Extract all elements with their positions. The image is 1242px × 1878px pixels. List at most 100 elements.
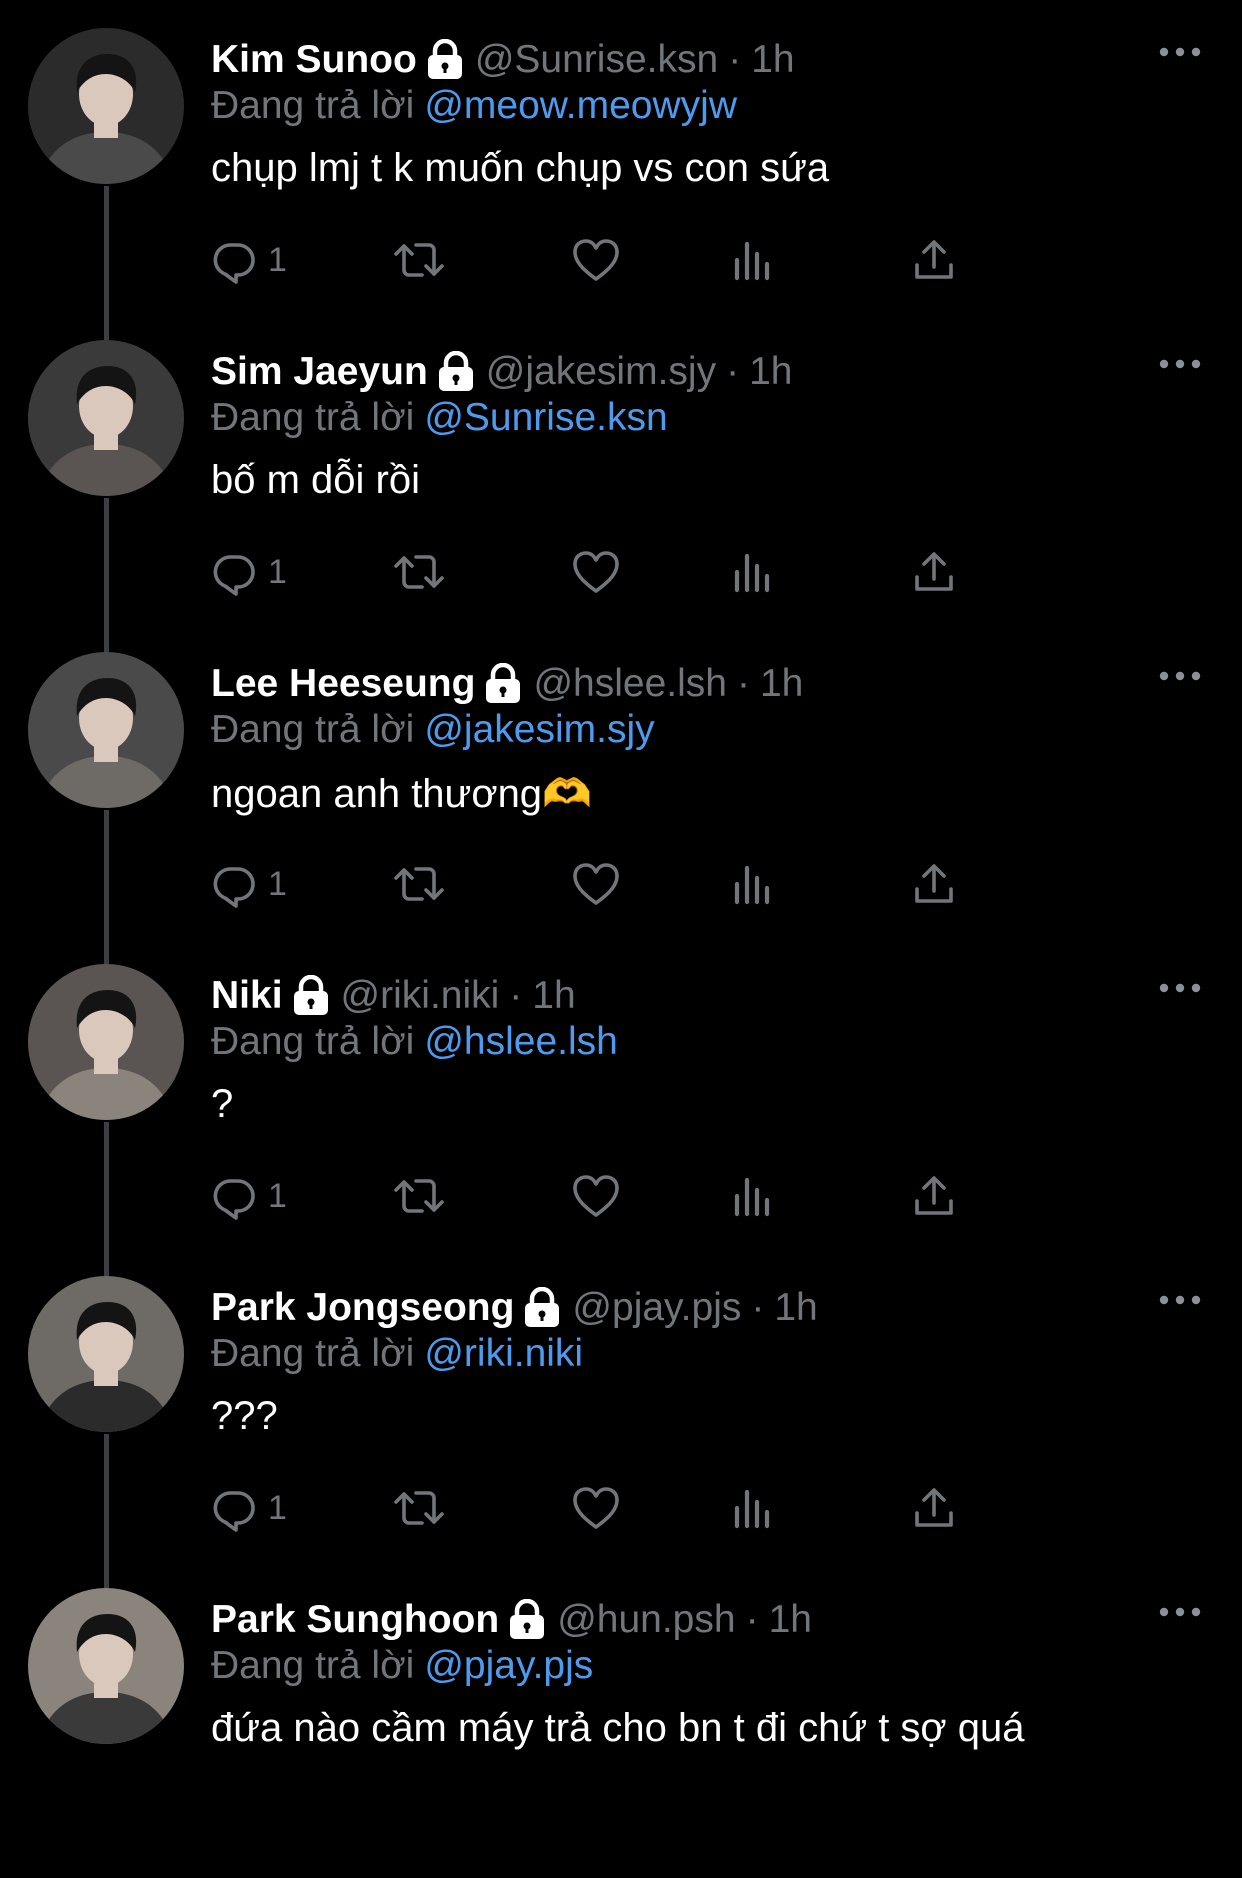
tweet-actions: 1 [0,856,1242,912]
replying-to-label: Đang trả lời [211,1020,415,1063]
display-name[interactable]: Sim Jaeyun [211,350,428,394]
reply-button[interactable]: 1 [210,856,287,912]
display-name[interactable]: Kim Sunoo [211,38,417,82]
display-name[interactable]: Park Jongseong [211,1286,514,1330]
avatar[interactable] [28,1276,184,1432]
user-handle[interactable]: @pjay.pjs [572,1286,741,1330]
tweet-header: Sim Jaeyun @jakesim.sjy · 1h [211,346,792,398]
timestamp[interactable]: 1h [769,1598,812,1642]
retweet-icon [392,548,446,596]
reply-mention-link[interactable]: @riki.niki [424,1332,583,1375]
tweet[interactable]: Niki @riki.niki · 1h Đang trả lời @hslee.lsh?… [0,942,1242,1276]
avatar[interactable] [28,28,184,184]
tweet-header: Niki @riki.niki · 1h [211,970,576,1022]
more-icon[interactable] [1158,1288,1202,1312]
avatar[interactable] [28,652,184,808]
like-button[interactable] [572,544,620,600]
tweet[interactable]: Park Jongseong @pjay.pjs · 1h Đang trả lời @r… [0,1254,1242,1588]
tweet[interactable]: Sim Jaeyun @jakesim.sjy · 1h Đang trả lời @Su… [0,318,1242,652]
reply-mention-link[interactable]: @jakesim.sjy [424,708,654,751]
retweet-button[interactable] [392,1168,446,1224]
reply-button[interactable]: 1 [210,232,287,288]
reply-thread: Kim Sunoo @Sunrise.ksn · 1h Đang trả lời @meo… [0,0,1242,1790]
reply-mention-link[interactable]: @Sunrise.ksn [424,396,667,439]
separator: · [745,1598,759,1641]
reply-icon [210,236,258,284]
more-icon[interactable] [1158,352,1202,376]
tweet[interactable]: Lee Heeseung @hslee.lsh · 1h Đang trả lời @ja… [0,630,1242,964]
display-name[interactable]: Lee Heeseung [211,662,475,706]
share-icon [912,1485,956,1531]
share-button[interactable] [912,1480,956,1536]
lock-icon [289,975,333,1017]
replying-to-label: Đang trả lời [211,84,415,127]
retweet-icon [392,1172,446,1220]
tweet[interactable]: Park Sunghoon @hun.psh · 1h Đang trả lời @pja… [0,1566,1242,1878]
display-name[interactable]: Niki [211,974,283,1018]
tweet-text: ? [211,1082,234,1126]
timestamp[interactable]: 1h [751,38,794,82]
share-icon [912,549,956,595]
replying-to-label: Đang trả lời [211,396,415,439]
like-icon [572,861,620,907]
more-icon[interactable] [1158,976,1202,1000]
user-handle[interactable]: @jakesim.sjy [486,350,716,394]
retweet-button[interactable] [392,1480,446,1536]
reply-icon [210,1172,258,1220]
timestamp[interactable]: 1h [760,662,803,706]
reply-mention-link[interactable]: @hslee.lsh [424,1020,618,1063]
share-icon [912,237,956,283]
reply-button[interactable]: 1 [210,1168,287,1224]
tweet-header: Park Jongseong @pjay.pjs · 1h [211,1282,818,1334]
views-button[interactable] [732,232,772,288]
avatar[interactable] [28,1588,184,1744]
like-button[interactable] [572,856,620,912]
reply-count: 1 [268,552,287,591]
views-button[interactable] [732,1480,772,1536]
retweet-icon [392,860,446,908]
reply-button[interactable]: 1 [210,544,287,600]
lock-icon [481,663,525,705]
replying-to: Đang trả lời @jakesim.sjy [211,708,655,752]
like-button[interactable] [572,232,620,288]
share-icon [912,1173,956,1219]
views-button[interactable] [732,856,772,912]
share-button[interactable] [912,232,956,288]
reply-button[interactable]: 1 [210,1480,287,1536]
reply-mention-link[interactable]: @pjay.pjs [424,1644,593,1687]
like-icon [572,549,620,595]
more-icon[interactable] [1158,1600,1202,1624]
retweet-button[interactable] [392,856,446,912]
user-handle[interactable]: @hun.psh [557,1598,735,1642]
share-button[interactable] [912,1168,956,1224]
user-handle[interactable]: @Sunrise.ksn [475,38,718,82]
timestamp[interactable]: 1h [749,350,792,394]
more-icon[interactable] [1158,40,1202,64]
like-button[interactable] [572,1480,620,1536]
timestamp[interactable]: 1h [532,974,575,1018]
replying-to-label: Đang trả lời [211,1332,415,1375]
separator: · [736,662,750,705]
reply-mention-link[interactable]: @meow.meowyjw [424,84,737,127]
retweet-button[interactable] [392,544,446,600]
share-button[interactable] [912,856,956,912]
avatar[interactable] [28,340,184,496]
share-button[interactable] [912,544,956,600]
avatar[interactable] [28,964,184,1120]
replying-to: Đang trả lời @pjay.pjs [211,1644,593,1688]
user-handle[interactable]: @riki.niki [341,974,500,1018]
more-icon[interactable] [1158,664,1202,688]
like-button[interactable] [572,1168,620,1224]
views-button[interactable] [732,1168,772,1224]
lock-icon [434,351,478,393]
views-button[interactable] [732,544,772,600]
tweet-header: Lee Heeseung @hslee.lsh · 1h [211,658,803,710]
tweet-actions: 1 [0,544,1242,600]
user-handle[interactable]: @hslee.lsh [533,662,727,706]
display-name[interactable]: Park Sunghoon [211,1598,499,1642]
retweet-button[interactable] [392,232,446,288]
tweet[interactable]: Kim Sunoo @Sunrise.ksn · 1h Đang trả lời @meo… [0,6,1242,340]
tweet-text: chụp lmj t k muốn chụp vs con sứa [211,146,830,190]
tweet-text: ngoan anh thương🫶 [211,772,592,816]
timestamp[interactable]: 1h [774,1286,817,1330]
